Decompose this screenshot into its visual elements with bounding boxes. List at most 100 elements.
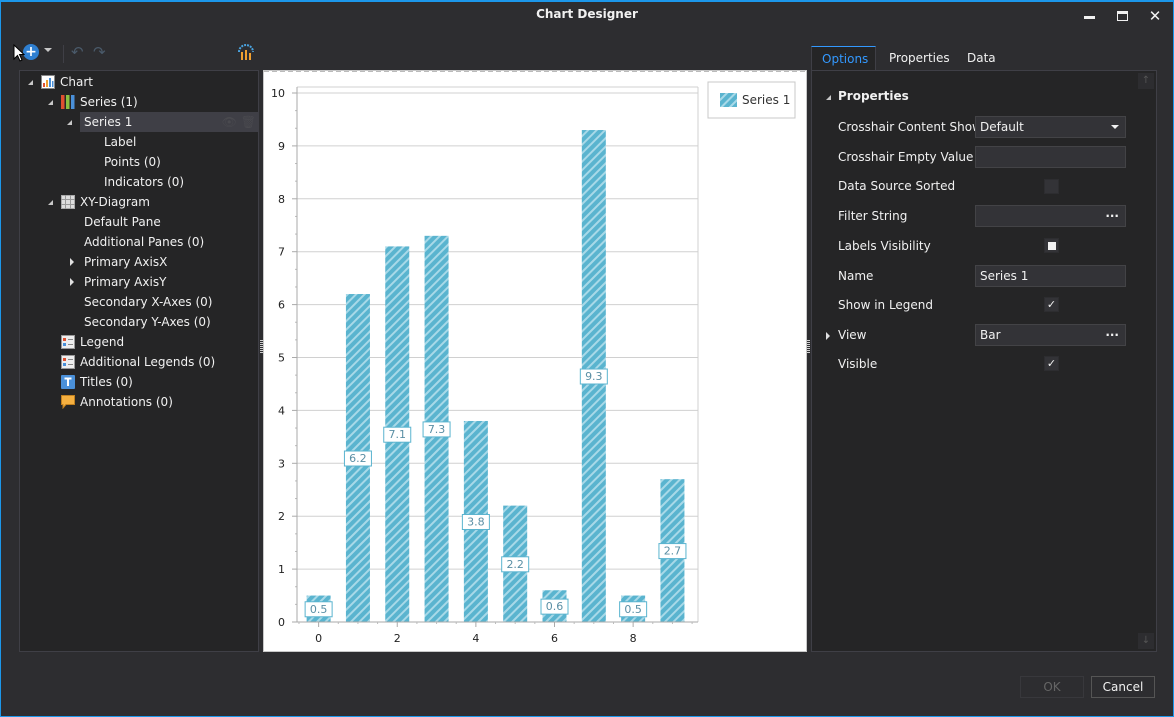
minimize-icon [1083, 15, 1095, 19]
data-label: 0.5 [310, 603, 328, 616]
redo-button[interactable]: ↷ [93, 43, 106, 61]
y-tick-label: 10 [271, 87, 285, 100]
visible-checkbox[interactable]: ✓ [1044, 356, 1059, 371]
title-icon [61, 375, 75, 389]
expand-arrow-icon[interactable] [70, 258, 74, 266]
collapse-arrow-icon[interactable] [67, 120, 72, 125]
show-in-legend-checkbox[interactable]: ✓ [1044, 297, 1059, 312]
y-tick-label: 2 [278, 510, 285, 523]
tree-item-label: XY-Diagram [80, 195, 150, 209]
chart-wizard-icon[interactable] [237, 43, 255, 61]
crosshair-empty-value-input[interactable] [975, 146, 1126, 168]
collapse-arrow-icon[interactable] [28, 80, 33, 85]
tree-item-label: Default Pane [84, 215, 161, 229]
prop-label-view: View [838, 328, 867, 342]
tree-item-additional-legends[interactable]: Additional Legends (0) [20, 352, 258, 372]
data-label: 7.3 [428, 423, 446, 436]
data-label: 2.2 [506, 558, 523, 571]
group-title: Properties [838, 89, 909, 103]
y-tick-label: 3 [278, 457, 285, 470]
tab-data[interactable]: Data [957, 46, 1006, 71]
tree-item-label: Primary AxisY [84, 275, 167, 289]
maximize-icon [1116, 11, 1128, 21]
tree-item-xy-diagram[interactable]: XY-Diagram [20, 192, 258, 212]
name-input[interactable]: Series 1 [975, 265, 1126, 287]
tree-item-label: Legend [80, 335, 125, 349]
tree-item-primary-axis-y[interactable]: Primary AxisY [70, 272, 167, 292]
tree-item-titles[interactable]: Titles (0) [20, 372, 258, 392]
properties-group-header[interactable]: Properties [826, 89, 909, 103]
tree-item-secondary-y-axes[interactable]: Secondary Y-Axes (0) [84, 312, 211, 332]
collapse-arrow-icon[interactable] [48, 100, 53, 105]
redo-icon: ↷ [93, 43, 106, 61]
data-label: 6.2 [349, 452, 367, 465]
tree-item-label: Annotations (0) [80, 395, 173, 409]
tree-item-label: Points (0) [104, 155, 161, 169]
labels-visibility-checkbox[interactable] [1044, 238, 1059, 253]
title-bar: Chart Designer ✕ [1, 2, 1173, 30]
prop-label-data-source-sorted: Data Source Sorted [838, 179, 956, 193]
x-tick-label: 8 [630, 632, 637, 645]
minimize-button[interactable] [1078, 6, 1100, 26]
tree-item-label: Additional Panes (0) [84, 235, 205, 249]
arrow-up-icon: ↑ [1141, 75, 1151, 86]
prop-label-labels-visibility: Labels Visibility [838, 239, 931, 253]
tree-item-annotations[interactable]: Annotations (0) [20, 392, 258, 412]
add-dropdown-chevron-down-icon[interactable] [44, 48, 52, 52]
legend-swatch [720, 93, 737, 107]
tree-item-series-1[interactable]: Series 1 👁 🗑 [67, 112, 258, 132]
series-icon [61, 95, 75, 109]
undo-button[interactable]: ↶ [71, 43, 84, 61]
legend-icon [61, 355, 75, 369]
close-button[interactable]: ✕ [1144, 6, 1166, 26]
tree-item-label: Series 1 [84, 115, 133, 129]
x-tick-label: 2 [394, 632, 401, 645]
ellipsis-button[interactable]: ··· [1105, 325, 1119, 345]
expand-arrow-icon[interactable] [70, 278, 74, 286]
collapse-arrow-icon[interactable] [826, 95, 831, 100]
data-source-sorted-checkbox[interactable] [1044, 179, 1059, 194]
tree-item-legend[interactable]: Legend [20, 332, 258, 352]
data-label: 7.1 [389, 428, 407, 441]
visibility-eye-icon[interactable]: 👁 [222, 115, 237, 129]
y-tick-label: 9 [278, 140, 285, 153]
y-tick-label: 4 [278, 404, 285, 417]
tree-item-indicators[interactable]: Indicators (0) [104, 172, 184, 192]
right-splitter-handle[interactable] [807, 340, 810, 354]
scroll-up-button[interactable]: ↑ [1138, 73, 1154, 89]
tree-item-points[interactable]: Points (0) [104, 152, 161, 172]
properties-panel: ↑ ↓ Properties Crosshair Content Show...… [811, 70, 1157, 652]
delete-trash-icon[interactable]: 🗑 [241, 115, 256, 129]
y-tick-label: 5 [278, 352, 285, 365]
tree-item-primary-axis-x[interactable]: Primary AxisX [70, 252, 167, 272]
maximize-button[interactable] [1111, 6, 1133, 26]
tab-properties[interactable]: Properties [879, 46, 960, 71]
tab-options[interactable]: Options [811, 46, 876, 71]
ellipsis-button[interactable]: ··· [1105, 206, 1119, 226]
chart-designer-window: Chart Designer ✕ + ↶ ↷ Chart Series (1) … [0, 0, 1174, 717]
input-value: Bar [980, 328, 1001, 342]
expand-arrow-icon[interactable] [826, 332, 830, 340]
tree-item-chart[interactable]: Chart [20, 72, 258, 92]
data-label: 0.6 [546, 600, 564, 613]
scroll-down-button[interactable]: ↓ [1138, 633, 1154, 649]
checkmark-icon: ✓ [1046, 357, 1057, 370]
collapse-arrow-icon[interactable] [48, 200, 53, 205]
y-tick-label: 8 [278, 193, 285, 206]
tree-item-secondary-x-axes[interactable]: Secondary X-Axes (0) [84, 292, 212, 312]
add-element-button[interactable]: + [23, 44, 39, 60]
view-input[interactable]: Bar ··· [975, 324, 1126, 346]
tree-item-default-pane[interactable]: Default Pane [84, 212, 161, 232]
cancel-button[interactable]: Cancel [1091, 676, 1155, 698]
crosshair-content-dropdown[interactable]: Default [975, 116, 1126, 138]
filter-string-input[interactable]: ··· [975, 205, 1126, 227]
tree-item-additional-panes[interactable]: Additional Panes (0) [84, 232, 204, 252]
y-tick-label: 6 [278, 299, 285, 312]
data-label: 0.5 [624, 603, 642, 616]
data-label: 2.7 [664, 545, 682, 558]
tree-item-label-node[interactable]: Label [104, 132, 136, 152]
x-tick-label: 4 [472, 632, 479, 645]
tree-item-label: Chart [60, 75, 93, 89]
tree-item-series-collection[interactable]: Series (1) [20, 92, 258, 112]
ok-button[interactable]: OK [1020, 676, 1084, 698]
